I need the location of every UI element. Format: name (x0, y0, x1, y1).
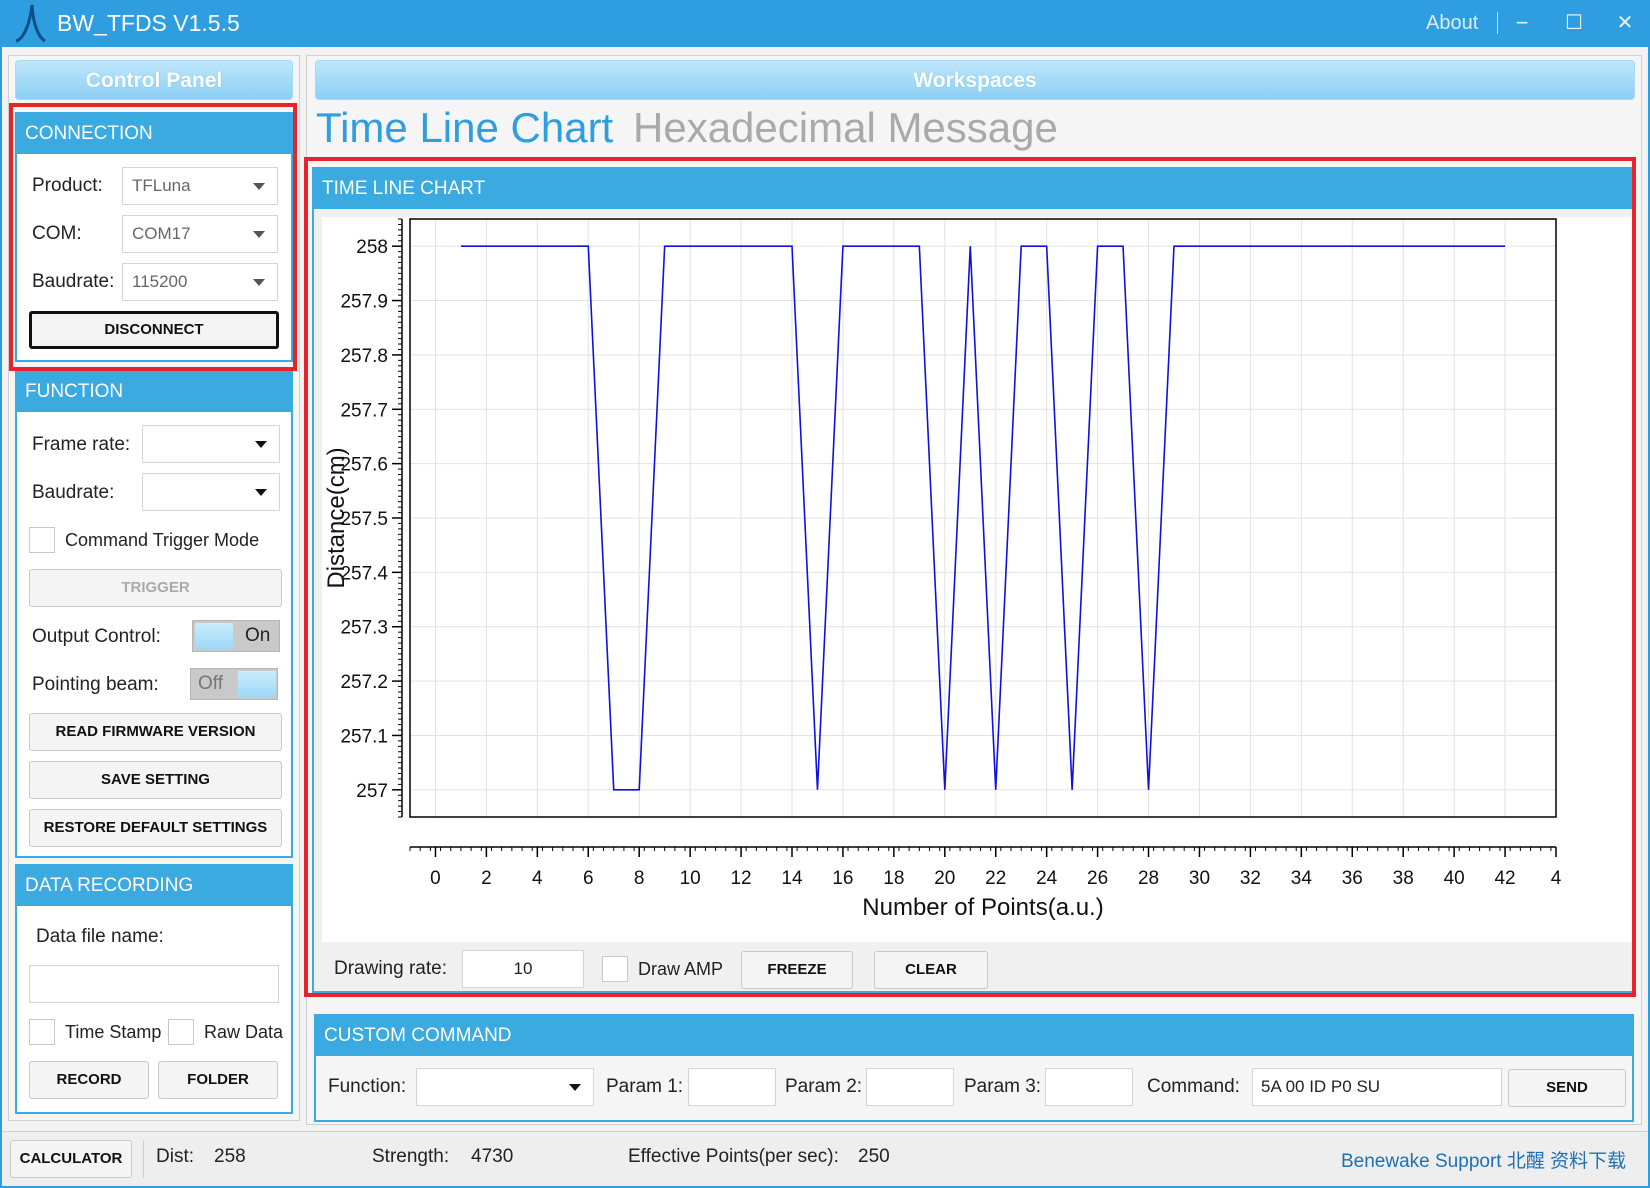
tab-hexadecimal-message[interactable]: Hexadecimal Message (633, 104, 1058, 152)
status-bar: CALCULATOR Dist: 258 Strength: 4730 Effe… (2, 1131, 1648, 1186)
chevron-down-icon (569, 1084, 581, 1091)
function-baudrate-select[interactable] (142, 473, 280, 511)
command-input[interactable]: 5A 00 ID P0 SU (1252, 1068, 1502, 1106)
dist-value: 258 (214, 1146, 246, 1167)
app-logo-icon (15, 4, 46, 43)
output-control-label: Output Control: (32, 626, 161, 647)
connection-highlight-box (9, 103, 297, 371)
time-stamp-label: Time Stamp (65, 1022, 162, 1042)
function-label: Function: (328, 1076, 407, 1097)
function-header: FUNCTION (17, 372, 291, 412)
pointing-beam-label: Pointing beam: (32, 674, 159, 695)
tab-time-line-chart[interactable]: Time Line Chart (316, 104, 613, 152)
chevron-down-icon (255, 441, 267, 448)
pointing-beam-toggle[interactable]: Off (190, 668, 278, 700)
function-baudrate-label: Baudrate: (32, 482, 115, 503)
custom-command-header: CUSTOM COMMAND (316, 1016, 1632, 1056)
status-separator (143, 1140, 144, 1178)
output-control-toggle[interactable]: On (192, 620, 280, 652)
close-icon[interactable]: ✕ (1610, 8, 1640, 38)
maximize-icon[interactable]: ☐ (1559, 8, 1589, 38)
control-panel-title: Control Panel (15, 60, 293, 100)
effective-points-label: Effective Points(per sec): (628, 1146, 839, 1167)
data-recording-header: DATA RECORDING (17, 866, 291, 906)
toggle-knob (195, 623, 233, 649)
param1-label: Param 1: (606, 1076, 684, 1097)
record-button[interactable]: RECORD (29, 1061, 149, 1099)
send-button[interactable]: SEND (1508, 1069, 1626, 1107)
support-link[interactable]: Benewake Support 北醒 资料下载 (1341, 1146, 1626, 1173)
raw-data-label: Raw Data (204, 1022, 284, 1042)
param3-input[interactable] (1045, 1068, 1133, 1106)
time-stamp-checkbox[interactable] (29, 1019, 55, 1045)
frame-rate-select[interactable] (142, 425, 280, 463)
chart-highlight-box (304, 157, 1636, 997)
param2-input[interactable] (866, 1068, 954, 1106)
title-bar: BW_TFDS V1.5.5 About − ☐ ✕ (0, 0, 1650, 47)
strength-label: Strength: (372, 1146, 450, 1167)
window-title: BW_TFDS V1.5.5 (57, 10, 240, 36)
data-file-name-input[interactable] (29, 965, 279, 1003)
command-trigger-checkbox[interactable] (29, 527, 55, 553)
chevron-down-icon (255, 489, 267, 496)
restore-default-button[interactable]: RESTORE DEFAULT SETTINGS (29, 809, 282, 847)
frame-rate-label: Frame rate: (32, 434, 131, 455)
output-control-state: On (245, 625, 271, 646)
strength-value: 4730 (471, 1146, 514, 1167)
custom-function-select[interactable] (416, 1068, 594, 1106)
param2-label: Param 2: (785, 1076, 863, 1097)
dist-label: Dist: (156, 1146, 194, 1167)
pointing-beam-state: Off (198, 673, 223, 694)
command-label: Command: (1147, 1076, 1240, 1097)
read-firmware-button[interactable]: READ FIRMWARE VERSION (29, 713, 282, 751)
about-link[interactable]: About (1426, 12, 1478, 35)
param1-input[interactable] (688, 1068, 776, 1106)
minimize-icon[interactable]: − (1507, 8, 1537, 38)
folder-button[interactable]: FOLDER (158, 1061, 278, 1099)
effective-points-value: 250 (858, 1146, 890, 1167)
command-trigger-label: Command Trigger Mode (65, 530, 260, 550)
toggle-knob (238, 671, 276, 697)
trigger-button[interactable]: TRIGGER (29, 569, 282, 607)
workspaces-title: Workspaces (315, 60, 1635, 100)
raw-data-checkbox[interactable] (168, 1019, 194, 1045)
title-separator (1497, 12, 1498, 34)
param3-label: Param 3: (964, 1076, 1042, 1097)
data-file-name-label: Data file name: (36, 926, 164, 947)
save-setting-button[interactable]: SAVE SETTING (29, 761, 282, 799)
calculator-button[interactable]: CALCULATOR (10, 1140, 132, 1178)
